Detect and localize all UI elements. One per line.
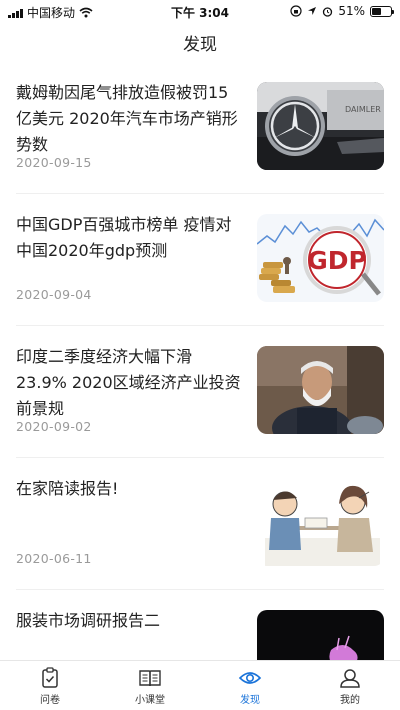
user-icon bbox=[340, 669, 360, 688]
article-item[interactable]: 服装市场调研报告二 bbox=[16, 590, 384, 660]
speaker-photo-image bbox=[257, 346, 384, 434]
article-thumbnail-india[interactable] bbox=[257, 346, 384, 434]
status-right: 51% bbox=[290, 4, 394, 18]
article-title: 戴姆勒因尾气排放造假被罚15亿美元 2020年汽车市场产销形势数 bbox=[16, 83, 238, 154]
tab-classroom[interactable]: 小课堂 bbox=[100, 661, 200, 710]
article-thumbnail-study[interactable] bbox=[257, 478, 384, 566]
battery-icon bbox=[370, 5, 394, 17]
article-date: 2020-09-02 bbox=[16, 419, 92, 434]
tab-discover[interactable]: 发现 bbox=[200, 661, 300, 710]
article-date: 2020-06-11 bbox=[16, 551, 92, 566]
orientation-lock-icon bbox=[290, 5, 302, 17]
article-thumbnail-gdp[interactable]: GDP bbox=[257, 214, 384, 302]
article-item[interactable]: 中国GDP百强城市榜单 疫情对中国2020年gdp预测 2020-09-04 G… bbox=[16, 194, 384, 326]
article-title: 中国GDP百强城市榜单 疫情对中国2020年gdp预测 bbox=[16, 215, 232, 260]
article-title: 服装市场调研报告二 bbox=[16, 611, 161, 630]
parent-child-study-illustration bbox=[257, 478, 384, 566]
article-list[interactable]: 戴姆勒因尾气排放造假被罚15亿美元 2020年汽车市场产销形势数 2020-09… bbox=[0, 62, 400, 660]
gdp-image: GDP bbox=[257, 214, 384, 302]
gdp-badge-text: GDP bbox=[307, 246, 367, 275]
tab-profile[interactable]: 我的 bbox=[300, 661, 400, 710]
daimler-sign-text: DAIMLER bbox=[345, 105, 381, 114]
tab-label: 发现 bbox=[240, 695, 260, 706]
article-item[interactable]: 印度二季度经济大幅下滑23.9% 2020区域经济产业投资前景规 2020-09… bbox=[16, 326, 384, 458]
article-date: 2020-09-15 bbox=[16, 155, 92, 170]
article-item[interactable]: 在家陪读报告! 2020-06-11 bbox=[16, 458, 384, 590]
tab-label: 小课堂 bbox=[135, 695, 165, 706]
tab-questionnaire[interactable]: 问卷 bbox=[0, 661, 100, 710]
questionnaire-icon bbox=[42, 667, 58, 688]
fashion-image bbox=[257, 610, 384, 660]
alarm-icon bbox=[323, 6, 333, 17]
mercedes-car-image: DAIMLER bbox=[257, 82, 384, 170]
page-title: 发现 bbox=[183, 35, 217, 55]
location-icon bbox=[308, 7, 317, 15]
eye-icon bbox=[238, 672, 262, 684]
article-thumbnail-fashion[interactable] bbox=[257, 610, 384, 660]
tab-bar: 问卷 小课堂 发现 我的 bbox=[0, 660, 400, 710]
article-title: 印度二季度经济大幅下滑23.9% 2020区域经济产业投资前景规 bbox=[16, 347, 241, 418]
article-date: 2020-09-04 bbox=[16, 287, 92, 302]
article-title: 在家陪读报告! bbox=[16, 479, 119, 498]
book-icon bbox=[139, 670, 161, 687]
tab-label: 我的 bbox=[340, 695, 360, 706]
battery-percent: 51% bbox=[338, 4, 365, 18]
article-item[interactable]: 戴姆勒因尾气排放造假被罚15亿美元 2020年汽车市场产销形势数 2020-09… bbox=[16, 62, 384, 194]
tab-label: 问卷 bbox=[40, 695, 60, 706]
status-bar: 中国移动 下午 3:04 51% bbox=[0, 0, 400, 22]
article-thumbnail-car[interactable]: DAIMLER bbox=[257, 82, 384, 170]
